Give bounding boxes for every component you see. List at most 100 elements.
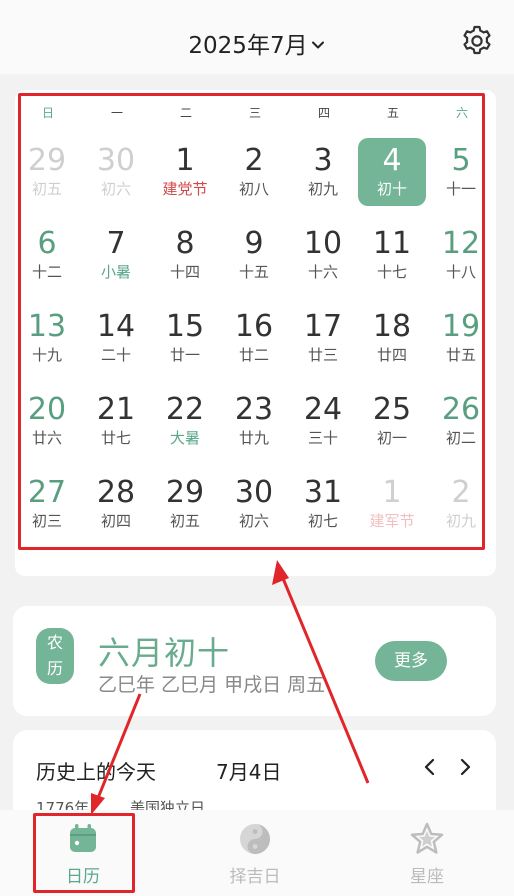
lunar-day-label: 大暑 (169, 429, 200, 447)
calendar-day[interactable]: 25 初一 (358, 387, 426, 455)
day-number: 10 (303, 226, 343, 261)
lunar-day-label: 初六 (238, 512, 269, 530)
lunar-day-label: 建军节 (369, 512, 415, 530)
calendar-day[interactable]: 31 初七 (289, 470, 357, 538)
calendar-day[interactable]: 12 十八 (427, 221, 495, 289)
lunar-day-label: 廿六 (31, 429, 62, 447)
day-number: 1 (382, 475, 402, 510)
lunar-date: 六月初十 (98, 634, 231, 672)
lunar-day-label: 初五 (31, 180, 62, 198)
day-number: 12 (441, 226, 481, 261)
tab-label: 择吉日 (229, 867, 281, 887)
lunar-day-label: 廿二 (238, 346, 269, 364)
calendar-day[interactable]: 9 十五 (220, 221, 288, 289)
calendar-day[interactable]: 18 廿四 (358, 304, 426, 372)
day-number: 3 (313, 143, 333, 178)
day-number: 26 (441, 392, 481, 427)
calendar-day[interactable]: 19 廿五 (427, 304, 495, 372)
chevron-left-icon[interactable] (420, 755, 440, 779)
history-title: 历史上的今天 (36, 760, 156, 784)
day-number: 28 (96, 475, 136, 510)
calendar-day[interactable]: 22 大暑 (151, 387, 219, 455)
yin-yang-icon (240, 824, 270, 854)
tab-horoscope[interactable]: 星座 (372, 810, 482, 896)
lunar-day-label: 十一 (445, 180, 476, 198)
lunar-day-label: 初四 (100, 512, 131, 530)
lunar-day-label: 廿三 (307, 346, 338, 364)
lunar-day-label: 初九 (307, 180, 338, 198)
calendar-day[interactable]: 2 初八 (220, 138, 288, 206)
day-number: 31 (303, 475, 343, 510)
calendar-day[interactable]: 28 初四 (82, 470, 150, 538)
calendar-day[interactable]: 27 初三 (13, 470, 81, 538)
day-number: 29 (165, 475, 205, 510)
history-date: 7月4日 (216, 760, 282, 784)
day-number: 14 (96, 309, 136, 344)
lunar-day-label: 初二 (445, 429, 476, 447)
calendar-day[interactable]: 20 廿六 (13, 387, 81, 455)
calendar-day[interactable]: 21 廿七 (82, 387, 150, 455)
day-number: 1 (175, 143, 195, 178)
lunar-day-label: 二十 (100, 346, 131, 364)
calendar-day[interactable]: 2 初九 (427, 470, 495, 538)
lunar-day-label: 廿七 (100, 429, 131, 447)
calendar-day[interactable]: 5 十一 (427, 138, 495, 206)
calendar-day[interactable]: 3 初九 (289, 138, 357, 206)
day-number: 29 (27, 143, 67, 178)
calendar-day[interactable]: 16 廿二 (220, 304, 288, 372)
calendar-icon (70, 824, 96, 852)
lunar-day-label: 初十 (376, 180, 407, 198)
day-number: 30 (234, 475, 274, 510)
day-number: 17 (303, 309, 343, 344)
day-number: 20 (27, 392, 67, 427)
calendar-day[interactable]: 29 初五 (151, 470, 219, 538)
tab-auspicious-day[interactable]: 择吉日 (200, 810, 310, 896)
day-number: 25 (372, 392, 412, 427)
calendar-day[interactable]: 15 廿一 (151, 304, 219, 372)
star-icon (410, 822, 444, 854)
lunar-day-label: 十四 (169, 263, 200, 281)
calendar-day[interactable]: 13 十九 (13, 304, 81, 372)
day-number: 22 (165, 392, 205, 427)
day-number: 18 (372, 309, 412, 344)
lunar-day-label: 初八 (238, 180, 269, 198)
calendar-day[interactable]: 11 十七 (358, 221, 426, 289)
calendar-day[interactable]: 30 初六 (220, 470, 288, 538)
chevron-right-icon[interactable] (455, 755, 475, 779)
calendar-day[interactable]: 17 廿三 (289, 304, 357, 372)
calendar-day[interactable]: 10 十六 (289, 221, 357, 289)
day-number: 5 (451, 143, 471, 178)
lunar-day-label: 建党节 (162, 180, 208, 198)
calendar-day[interactable]: 23 廿九 (220, 387, 288, 455)
calendar-day[interactable]: 24 三十 (289, 387, 357, 455)
calendar-grid: 29 初五 30 初六 1 建党节 2 初八 3 初九 4 初十 5 十一 6 十二 7 小暑 8 十四 9 十五 10 十六… (0, 0, 514, 560)
lunar-day-label: 初三 (31, 512, 62, 530)
day-number: 27 (27, 475, 67, 510)
lunar-badge-text: 历 (46, 659, 63, 678)
calendar-day[interactable]: 26 初二 (427, 387, 495, 455)
day-number: 21 (96, 392, 136, 427)
calendar-day[interactable]: 30 初六 (82, 138, 150, 206)
day-number: 24 (303, 392, 343, 427)
calendar-day[interactable]: 8 十四 (151, 221, 219, 289)
calendar-day[interactable]: 14 二十 (82, 304, 150, 372)
day-number: 16 (234, 309, 274, 344)
day-number: 9 (244, 226, 264, 261)
day-number: 2 (451, 475, 471, 510)
calendar-day[interactable]: 6 十二 (13, 221, 81, 289)
lunar-day-label: 初六 (100, 180, 131, 198)
day-number: 30 (96, 143, 136, 178)
calendar-day[interactable]: 7 小暑 (82, 221, 150, 289)
lunar-day-label: 十七 (376, 263, 407, 281)
day-number: 23 (234, 392, 274, 427)
calendar-day-today[interactable]: 4 初十 (358, 138, 426, 206)
day-number: 4 (382, 143, 402, 178)
day-number: 6 (37, 226, 57, 261)
day-number: 11 (372, 226, 412, 261)
calendar-day[interactable]: 29 初五 (13, 138, 81, 206)
tab-calendar[interactable]: 日历 (28, 810, 138, 896)
calendar-day[interactable]: 1 建党节 (151, 138, 219, 206)
lunar-day-label: 初一 (376, 429, 407, 447)
more-button[interactable]: 更多 (375, 641, 447, 681)
calendar-day[interactable]: 1 建军节 (358, 470, 426, 538)
